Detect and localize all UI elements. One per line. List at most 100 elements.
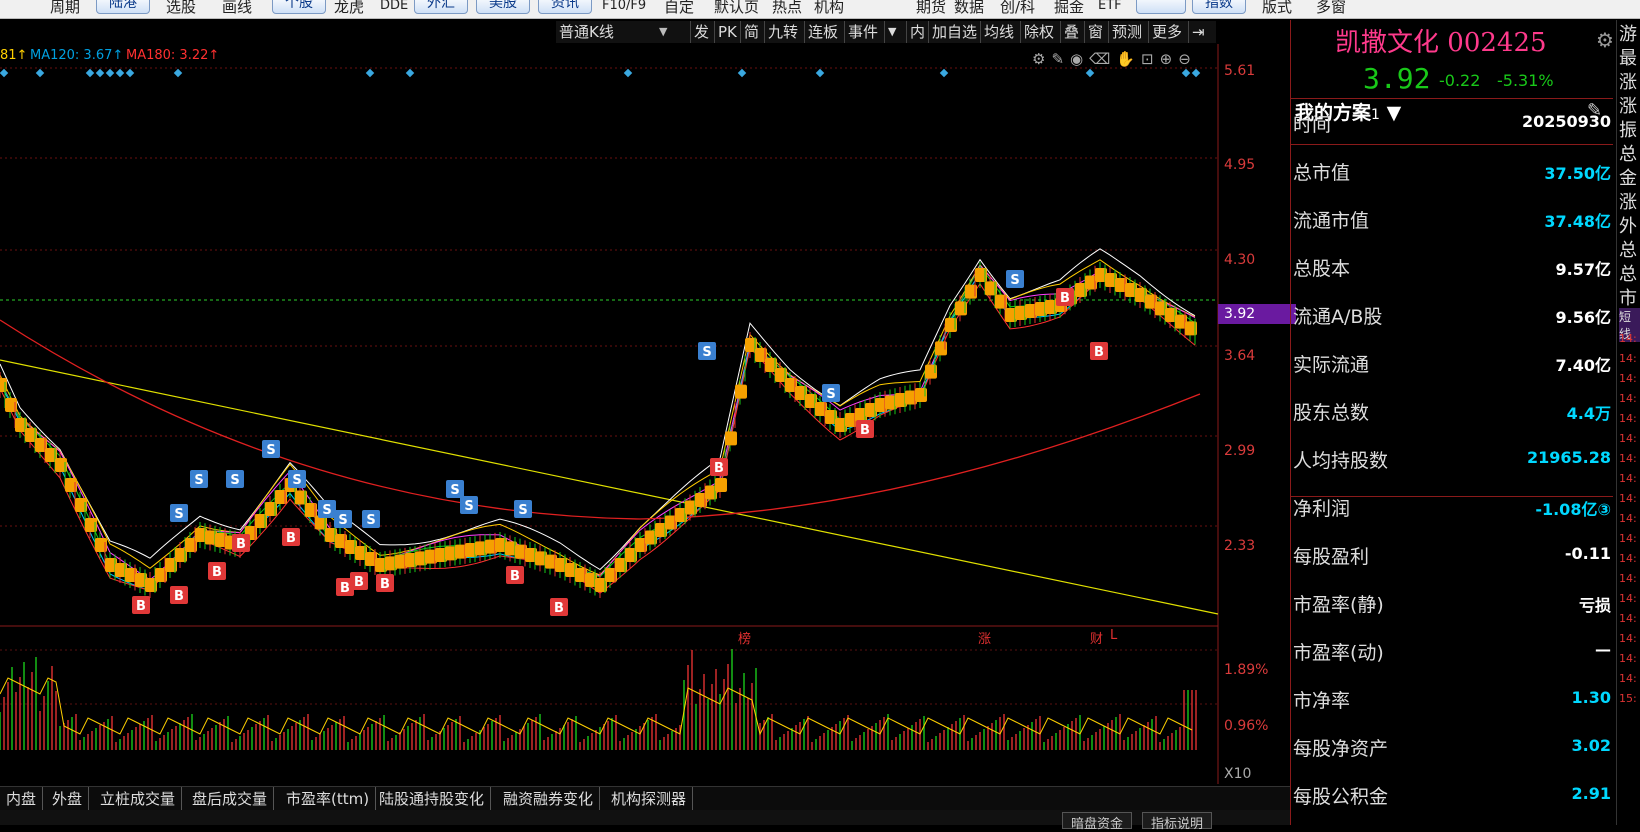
- toolbar-simple[interactable]: 简: [740, 21, 762, 43]
- button-forex[interactable]: 外汇: [414, 0, 468, 14]
- price-axis-label: 3.64: [1224, 348, 1256, 364]
- event-marker-rank[interactable]: 榜: [738, 628, 751, 647]
- cutoff-time: 14:: [1619, 432, 1637, 445]
- fundamental-value: 20250930: [1521, 112, 1611, 131]
- badge-label: S: [322, 503, 331, 518]
- lock-icon[interactable]: ⊡: [1141, 50, 1160, 68]
- fundamental-label: 时间: [1293, 114, 1332, 136]
- event-marker-finance[interactable]: 财: [1090, 628, 1103, 647]
- menu-default-page[interactable]: 默认页: [714, 0, 759, 17]
- pen-icon[interactable]: ✎: [1051, 50, 1070, 68]
- menu-dig-gold[interactable]: 掘金: [1054, 0, 1084, 17]
- menu-custom[interactable]: 自定: [664, 0, 694, 17]
- cutoff-time: 14:: [1619, 512, 1637, 525]
- indicator-help-button[interactable]: 指标说明: [1142, 812, 1213, 832]
- button-index[interactable]: 指数: [1192, 0, 1246, 14]
- cutoff-time: 14:: [1619, 492, 1637, 505]
- menu-chinext[interactable]: 创/科: [1000, 0, 1035, 17]
- price-axis-label: 2.99: [1224, 443, 1256, 459]
- events-chevron-icon[interactable]: ▼: [884, 21, 899, 43]
- menu-data[interactable]: 数据: [954, 0, 984, 17]
- badge-label: B: [354, 575, 364, 590]
- fundamental-label: 总股本: [1293, 258, 1351, 280]
- button-stock[interactable]: 个股: [272, 0, 326, 14]
- dark-pool-fund-button[interactable]: 暗盘资金: [1062, 812, 1133, 832]
- toolbar-forecast[interactable]: 预测: [1108, 21, 1145, 43]
- fundamental-row: 时间 20250930: [1291, 102, 1613, 142]
- signal-diamond: [1181, 68, 1191, 78]
- cutoff-time: 14:: [1619, 352, 1637, 365]
- kline-type-select[interactable]: 普通K线: [556, 21, 658, 43]
- toolbar-inner[interactable]: 内: [906, 21, 928, 43]
- signal-diamond: [939, 68, 949, 78]
- badge-label: B: [212, 565, 222, 580]
- zoom-in-icon[interactable]: ⊕: [1160, 50, 1179, 68]
- hand-icon[interactable]: ✋: [1116, 50, 1141, 68]
- menu-draw-line[interactable]: 画线: [222, 0, 252, 17]
- buy-signal-badge: B: [132, 596, 150, 614]
- button-news[interactable]: 资讯: [538, 0, 592, 14]
- menu-f10[interactable]: F10/F9: [602, 0, 646, 13]
- menu-hotspot[interactable]: 热点: [772, 0, 802, 17]
- chevron-down-icon[interactable]: ▼: [656, 21, 670, 43]
- signal-diamond: [1085, 68, 1095, 78]
- button-blank[interactable]: [1136, 0, 1186, 14]
- tab-after-hours-volume[interactable]: 盘后成交量: [186, 787, 275, 811]
- toolbar-more[interactable]: 更多: [1148, 21, 1185, 43]
- trash-icon[interactable]: ⌫: [1089, 50, 1116, 68]
- signal-diamond: [125, 68, 135, 78]
- toolbar-ex-rights[interactable]: 除权: [1020, 21, 1057, 43]
- signal-diamond: [0, 68, 9, 78]
- tab-institution-detector[interactable]: 机构探测器: [605, 787, 694, 811]
- toolbar-ma[interactable]: 均线: [980, 21, 1017, 43]
- tab-pe-ttm[interactable]: 市盈率(ttm): [280, 787, 377, 811]
- menu-period[interactable]: 周期: [50, 0, 80, 17]
- gear-icon[interactable]: ⚙: [1596, 28, 1614, 52]
- badge-label: B: [340, 581, 350, 596]
- tab-inner-vol[interactable]: 内盘: [0, 787, 44, 811]
- fundamental-label: 实际流通: [1293, 354, 1370, 376]
- tab-outer-vol[interactable]: 外盘: [46, 787, 90, 811]
- menu-multi-window[interactable]: 多窗: [1316, 0, 1346, 17]
- event-marker-limit-up[interactable]: 涨: [978, 628, 991, 647]
- sell-signal-badge: S: [334, 510, 352, 528]
- eye-icon[interactable]: ◉: [1070, 50, 1089, 68]
- right-cutoff-panel: 游最涨涨振总金涨外总总市短线 14: 14: 14: 14: 14: 14: 14: 14: 14…: [1616, 20, 1640, 825]
- tab-margin-change[interactable]: 融资融券变化: [497, 787, 601, 811]
- cutoff-label: 总: [1619, 144, 1637, 165]
- cutoff-time: 14:: [1619, 552, 1637, 565]
- badge-label: B: [174, 589, 184, 604]
- zoom-out-icon[interactable]: ⊖: [1178, 50, 1197, 68]
- toolbar-pk[interactable]: PK: [714, 21, 740, 43]
- settings-icon[interactable]: ⚙: [1032, 50, 1051, 68]
- menu-stock-pick[interactable]: 选股: [166, 0, 196, 17]
- fundamental-value: 37.48亿: [1544, 212, 1611, 231]
- expand-icon[interactable]: ⇥: [1188, 21, 1208, 43]
- menu-dde[interactable]: DDE: [380, 0, 408, 13]
- cutoff-label: 总: [1619, 240, 1637, 261]
- menu-institution[interactable]: 机构: [814, 0, 844, 17]
- event-marker-l[interactable]: L: [1110, 628, 1117, 643]
- cutoff-time: 14:: [1619, 672, 1637, 685]
- toolbar-fa[interactable]: 发: [690, 21, 712, 43]
- button-us-stock[interactable]: 美股: [476, 0, 530, 14]
- current-price-tag: 3.92: [1218, 304, 1296, 324]
- tab-pile-volume[interactable]: 立桩成交量: [94, 787, 183, 811]
- toolbar-events[interactable]: 事件: [844, 21, 881, 43]
- menu-futures[interactable]: 期货: [916, 0, 946, 17]
- toolbar-limit-up[interactable]: 连板: [804, 21, 841, 43]
- menu-dragon-tiger[interactable]: 龙虎: [334, 0, 364, 17]
- menu-layout[interactable]: 版式: [1262, 0, 1292, 17]
- menu-etf[interactable]: ETF: [1098, 0, 1122, 13]
- button-hk-link[interactable]: 陆港: [96, 0, 150, 14]
- t-marker: [735, 384, 747, 399]
- toolbar-nine-turn[interactable]: 九转: [764, 21, 801, 43]
- toolbar-add-favorite[interactable]: 加自选: [928, 21, 980, 43]
- toolbar-window[interactable]: 窗: [1084, 21, 1106, 43]
- toolbar-overlay[interactable]: 叠: [1060, 21, 1082, 43]
- tab-connect-holding[interactable]: 陆股通持股变化: [373, 787, 492, 811]
- fundamental-label: 流通市值: [1293, 210, 1370, 232]
- kline-chart[interactable]: S SSSS SS SSS SSSSBBBB B BBBBBBBBB: [0, 44, 1290, 784]
- fundamental-label: 净利润: [1293, 498, 1351, 520]
- t-marker: [0, 378, 7, 392]
